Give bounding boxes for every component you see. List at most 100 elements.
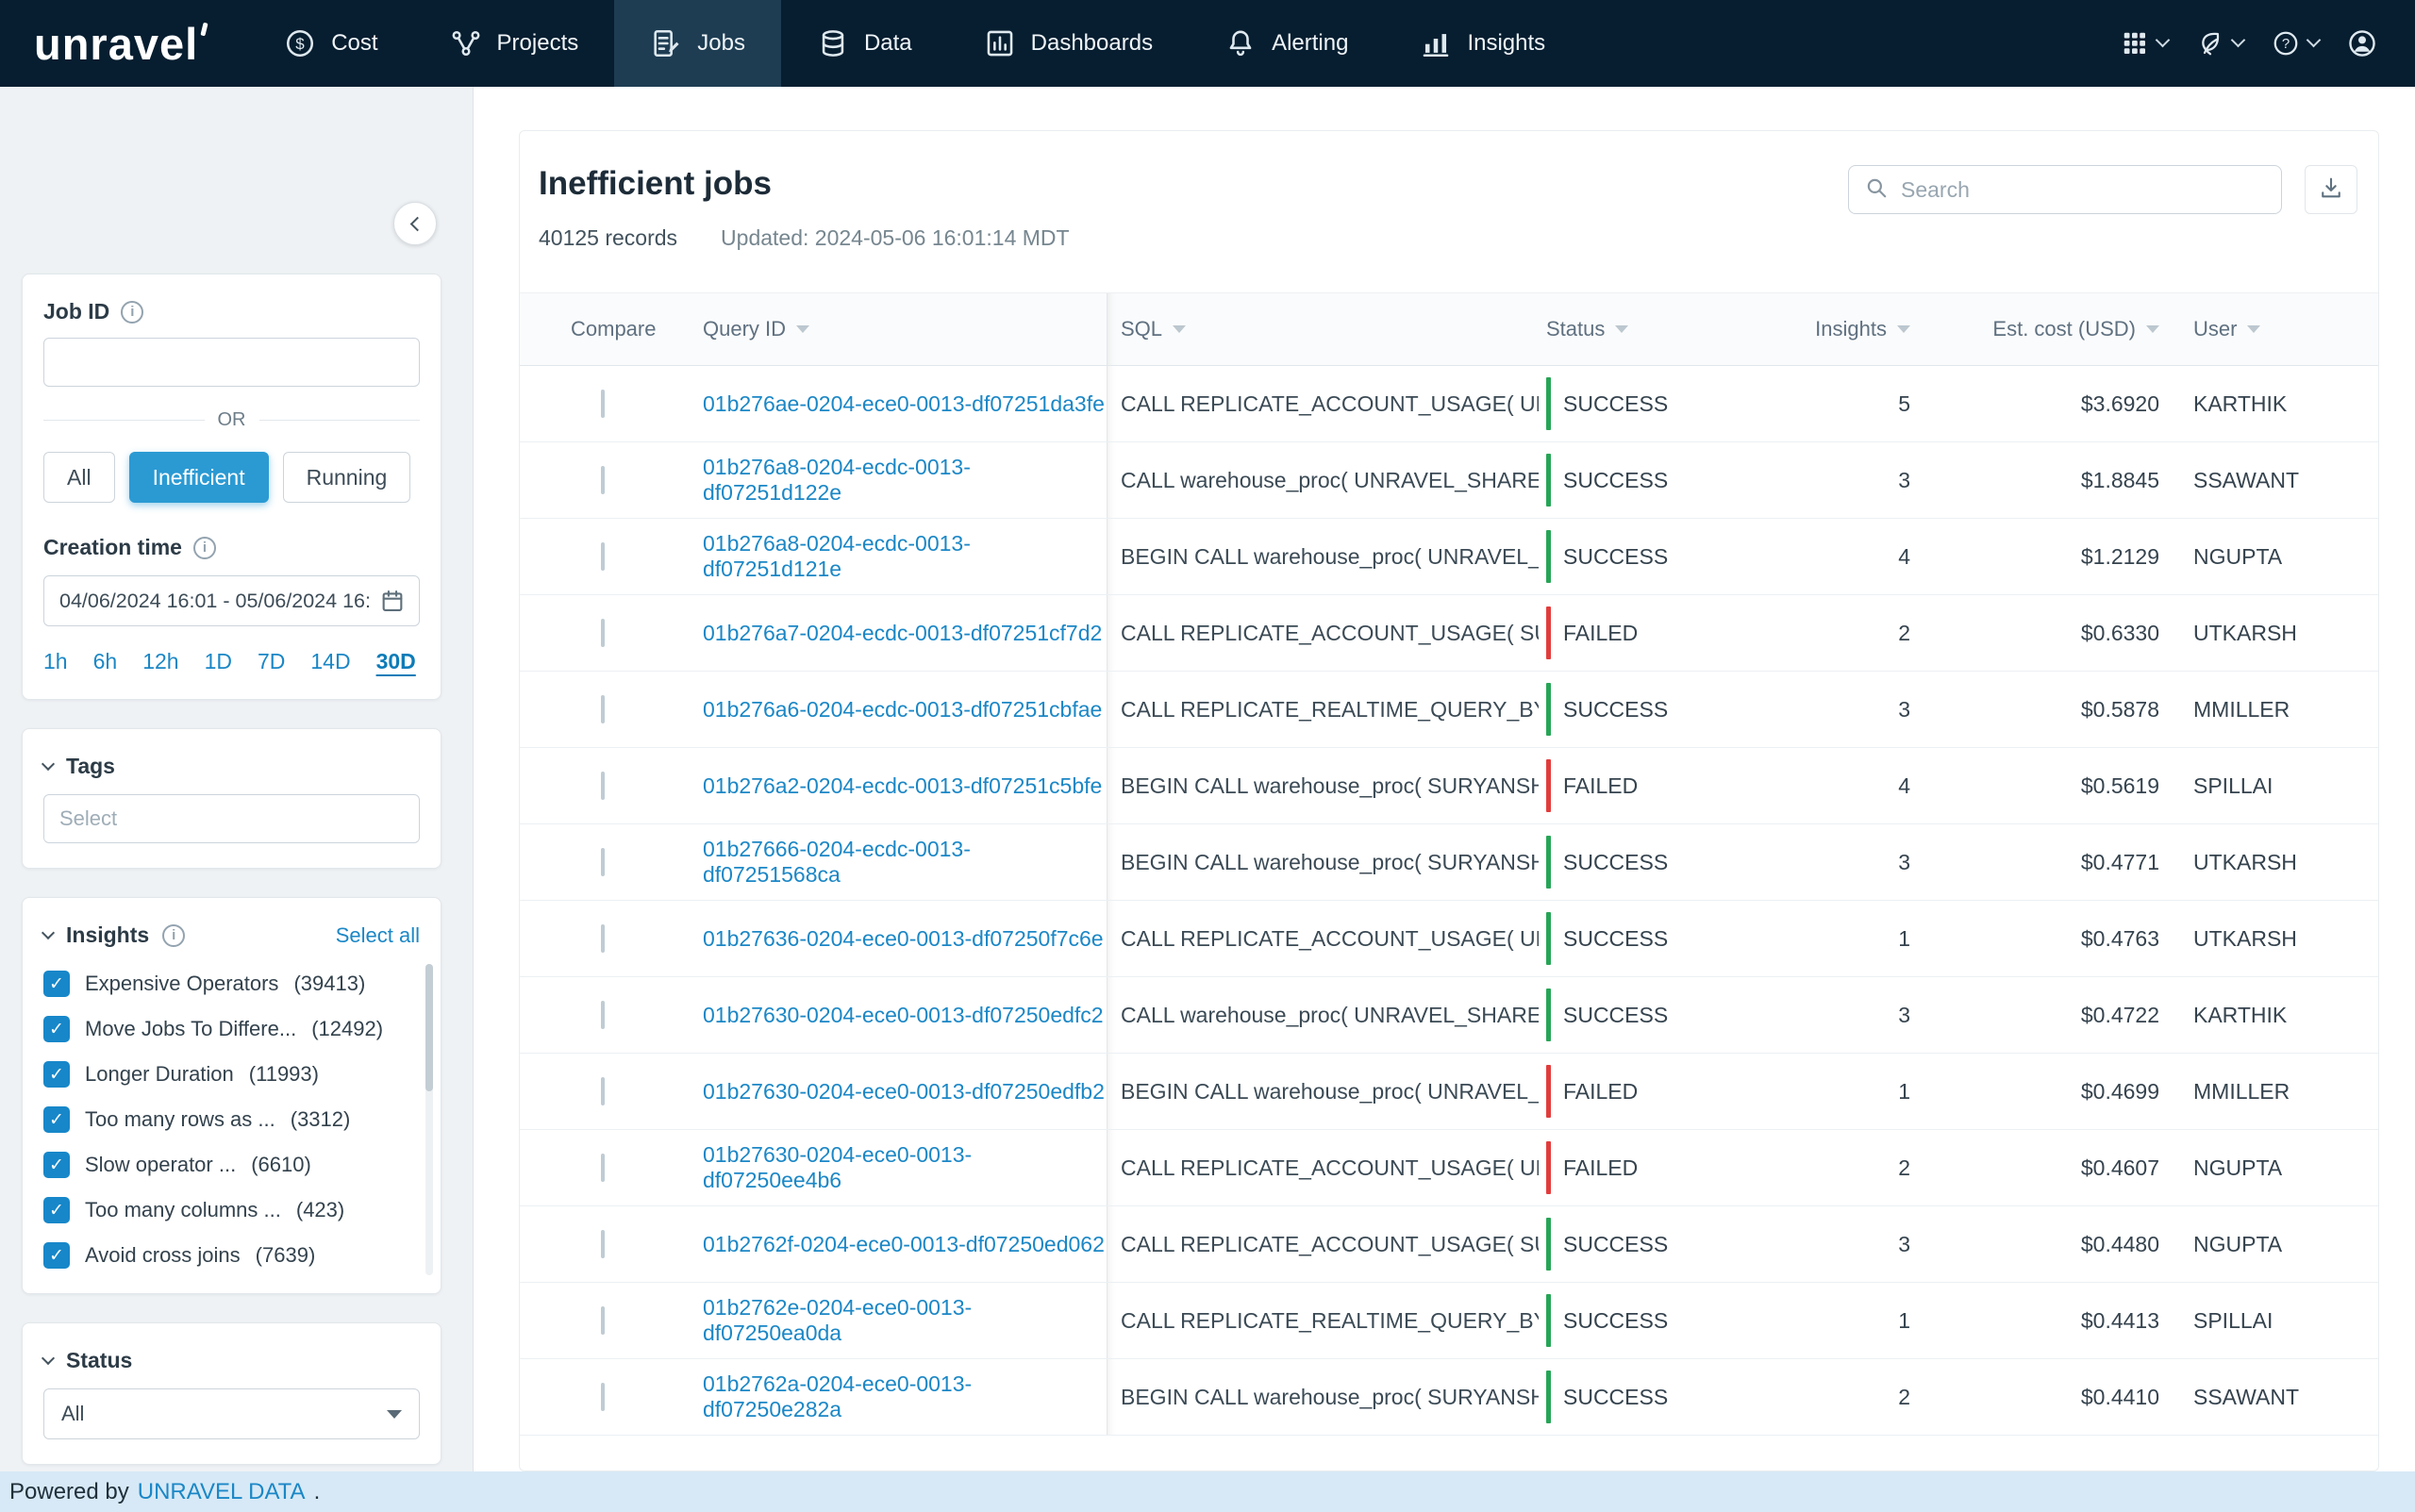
query-id-link[interactable]: 01b2762a-0204-ece0-0013-df07250e282a (703, 1371, 972, 1421)
checkbox-checked-icon[interactable]: ✓ (43, 1152, 70, 1178)
range-link-14d[interactable]: 14D (310, 649, 350, 674)
unravel-logo[interactable]: unravel (0, 0, 248, 87)
user-cell: UTKARSH (2161, 621, 2378, 646)
compare-checkbox[interactable] (601, 924, 605, 953)
sort-icon (2247, 325, 2260, 333)
range-link-1h[interactable]: 1h (43, 649, 68, 674)
search-input[interactable] (1901, 177, 2266, 203)
sort-icon (1173, 325, 1186, 333)
compare-cell (520, 926, 686, 952)
compare-checkbox[interactable] (601, 772, 605, 800)
filter-all-button[interactable]: All (43, 452, 115, 503)
chevron-down-icon[interactable] (42, 1352, 55, 1365)
workspace-menu[interactable] (2196, 29, 2243, 58)
query-id-link[interactable]: 01b276a2-0204-ecdc-0013-df07251c5bfe (703, 773, 1102, 798)
query-id-link[interactable]: 01b276a6-0204-ecdc-0013-df07251cbfae (703, 697, 1102, 722)
query-id-link[interactable]: 01b2762e-0204-ece0-0013-df07250ea0da (703, 1295, 972, 1345)
column-header-sql[interactable]: SQL (1107, 293, 1539, 365)
calendar-icon[interactable] (379, 588, 406, 614)
dashboards-icon (984, 27, 1016, 59)
checkbox-checked-icon[interactable]: ✓ (43, 1242, 70, 1269)
sidebar-collapse-button[interactable] (393, 202, 437, 245)
status-indicator-bar (1546, 1065, 1551, 1118)
user-name: UTKARSH (2193, 926, 2297, 951)
checkbox-checked-icon[interactable]: ✓ (43, 1061, 70, 1088)
download-button[interactable] (2305, 165, 2357, 214)
range-link-12h[interactable]: 12h (142, 649, 178, 674)
scrollbar-thumb[interactable] (425, 964, 433, 1091)
query-id-link[interactable]: 01b276a7-0204-ecdc-0013-df07251cf7d2 (703, 621, 1102, 645)
compare-checkbox[interactable] (601, 619, 605, 647)
range-link-7d[interactable]: 7D (258, 649, 285, 674)
filter-running-button[interactable]: Running (283, 452, 411, 503)
compare-checkbox[interactable] (601, 1154, 605, 1182)
apps-grid-menu[interactable] (2121, 29, 2168, 58)
select-all-link[interactable]: Select all (336, 923, 420, 948)
column-header-status[interactable]: Status (1539, 317, 1798, 341)
nav-item-jobs[interactable]: Jobs (614, 0, 781, 87)
query-id-link[interactable]: 01b27630-0204-ece0-0013-df07250edfc2 (703, 1003, 1104, 1027)
column-header-est-cost-usd-[interactable]: Est. cost (USD) (1937, 317, 2161, 341)
checkbox-checked-icon[interactable]: ✓ (43, 1016, 70, 1042)
column-header-insights[interactable]: Insights (1798, 317, 1937, 341)
query-id-link[interactable]: 01b27630-0204-ece0-0013-df07250edfb2 (703, 1079, 1105, 1104)
status-select[interactable]: All (43, 1388, 420, 1439)
nav-item-projects[interactable]: Projects (414, 0, 615, 87)
nav-item-data[interactable]: Data (781, 0, 948, 87)
compare-checkbox[interactable] (601, 1230, 605, 1258)
query-id-link[interactable]: 01b27636-0204-ece0-0013-df07250f7c6e (703, 926, 1104, 951)
query-id-link[interactable]: 01b27630-0204-ece0-0013-df07250ee4b6 (703, 1142, 972, 1192)
query-id-link[interactable]: 01b276a8-0204-ecdc-0013-df07251d122e (703, 455, 971, 505)
query-id-link[interactable]: 01b27666-0204-ecdc-0013-df07251568ca (703, 837, 971, 887)
compare-checkbox[interactable] (601, 1383, 605, 1411)
user-cell: NGUPTA (2161, 1232, 2378, 1257)
nav-item-insights[interactable]: Insights (1384, 0, 1581, 87)
compare-checkbox[interactable] (601, 1306, 605, 1335)
insight-filter-count: (423) (296, 1198, 344, 1222)
nav-item-dashboards[interactable]: Dashboards (948, 0, 1189, 87)
compare-checkbox[interactable] (601, 542, 605, 571)
date-range-picker[interactable] (43, 575, 420, 626)
status-indicator-bar (1546, 1371, 1551, 1423)
help-menu[interactable]: ? (2272, 29, 2319, 58)
checkbox-checked-icon[interactable]: ✓ (43, 971, 70, 997)
checkbox-checked-icon[interactable]: ✓ (43, 1197, 70, 1223)
job-id-input[interactable] (43, 338, 420, 387)
compare-checkbox[interactable] (601, 390, 605, 418)
compare-checkbox[interactable] (601, 695, 605, 723)
range-link-30d[interactable]: 30D (376, 649, 416, 674)
chevron-down-icon[interactable] (42, 757, 55, 771)
info-icon[interactable] (193, 537, 216, 559)
nav-item-alerting[interactable]: Alerting (1189, 0, 1384, 87)
unravel-data-link[interactable]: UNRAVEL DATA (138, 1479, 306, 1505)
column-header-user[interactable]: User (2161, 317, 2378, 341)
table-row: 01b276a8-0204-ecdc-0013-df07251d121eBEGI… (520, 519, 2378, 595)
compare-checkbox[interactable] (601, 466, 605, 494)
range-link-6h[interactable]: 6h (93, 649, 118, 674)
insight-filter-item: ✓Longer Duration(11993) (43, 1061, 420, 1088)
query-id-link[interactable]: 01b276a8-0204-ecdc-0013-df07251d121e (703, 531, 971, 581)
tags-select-input[interactable] (43, 794, 420, 843)
checkbox-checked-icon[interactable]: ✓ (43, 1106, 70, 1133)
range-link-1d[interactable]: 1D (205, 649, 232, 674)
table-row: 01b276a7-0204-ecdc-0013-df07251cf7d2CALL… (520, 595, 2378, 672)
column-header-query-id[interactable]: Query ID (686, 317, 1107, 341)
insight-filter-count: (6610) (251, 1153, 311, 1177)
status-text: FAILED (1563, 773, 1638, 799)
info-icon[interactable] (121, 301, 143, 324)
user-menu[interactable] (2347, 28, 2377, 58)
filter-sidebar: Job ID OR All Inefficient Running Creati… (0, 87, 474, 1471)
date-range-input[interactable] (59, 590, 370, 613)
search-box[interactable] (1848, 165, 2282, 214)
compare-checkbox[interactable] (601, 848, 605, 876)
compare-checkbox[interactable] (601, 1001, 605, 1029)
compare-checkbox[interactable] (601, 1077, 605, 1105)
query-id-link[interactable]: 01b276ae-0204-ece0-0013-df07251da3fe (703, 391, 1105, 416)
info-icon[interactable] (162, 924, 185, 947)
filter-inefficient-button[interactable]: Inefficient (129, 452, 269, 503)
chevron-down-icon[interactable] (42, 926, 55, 939)
query-id-link[interactable]: 01b2762f-0204-ece0-0013-df07250ed062 (703, 1232, 1105, 1256)
nav-item-cost[interactable]: $Cost (248, 0, 413, 87)
status-cell: SUCCESS (1539, 989, 1798, 1041)
insights-count: 3 (1898, 1003, 1910, 1028)
